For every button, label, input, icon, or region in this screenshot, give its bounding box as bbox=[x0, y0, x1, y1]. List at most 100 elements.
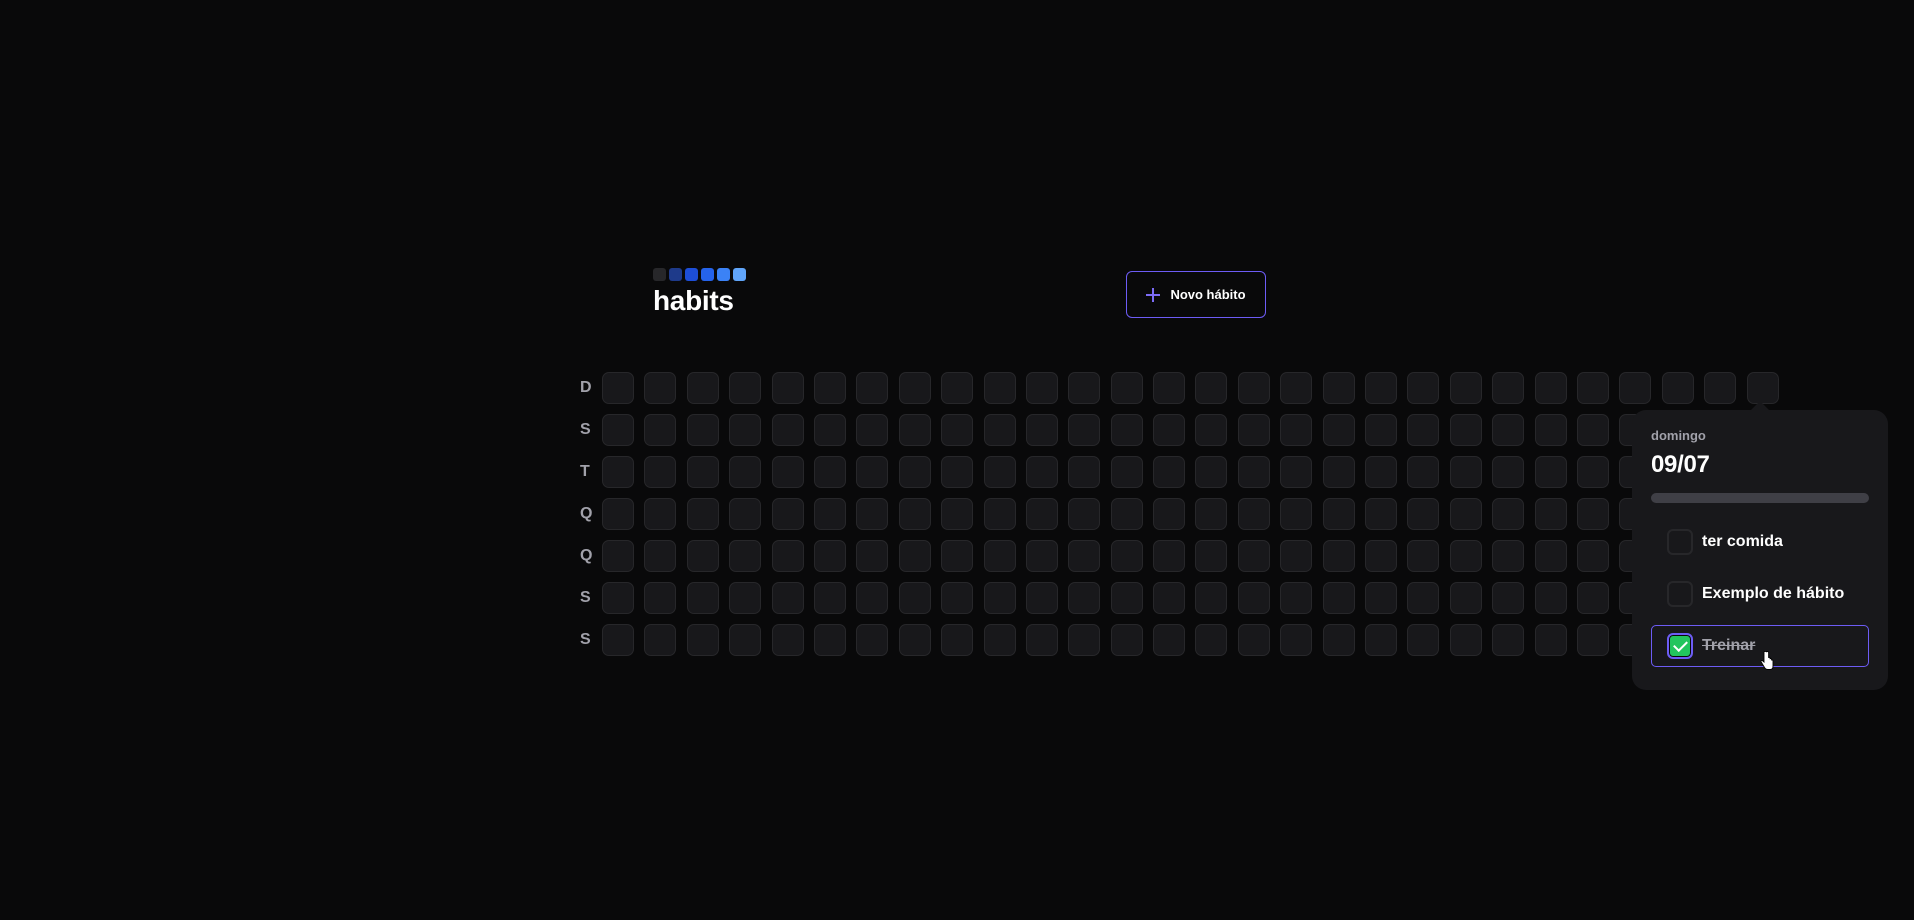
habit-day-cell[interactable] bbox=[602, 540, 634, 572]
habit-checkbox[interactable] bbox=[1667, 633, 1693, 659]
habit-day-cell[interactable] bbox=[813, 414, 846, 446]
habit-day-cell[interactable] bbox=[771, 498, 804, 530]
habit-day-cell[interactable] bbox=[983, 498, 1016, 530]
habit-day-cell[interactable] bbox=[1449, 582, 1482, 614]
habit-day-cell[interactable] bbox=[1407, 456, 1440, 488]
habit-day-cell[interactable] bbox=[898, 498, 931, 530]
habit-day-cell[interactable] bbox=[1195, 582, 1228, 614]
habit-day-cell[interactable] bbox=[1280, 498, 1313, 530]
habit-day-cell[interactable] bbox=[1195, 540, 1228, 572]
habit-day-cell[interactable] bbox=[729, 624, 762, 656]
habit-day-cell[interactable] bbox=[1110, 582, 1143, 614]
habit-day-cell[interactable] bbox=[602, 414, 634, 446]
habit-day-cell[interactable] bbox=[898, 624, 931, 656]
habit-day-cell[interactable] bbox=[1449, 414, 1482, 446]
habit-day-cell[interactable] bbox=[1322, 498, 1355, 530]
habit-day-cell[interactable] bbox=[1280, 372, 1313, 404]
habit-day-cell[interactable] bbox=[1576, 540, 1609, 572]
habit-day-cell[interactable] bbox=[1237, 498, 1270, 530]
habit-day-cell[interactable] bbox=[1661, 372, 1694, 404]
habit-day-cell[interactable] bbox=[813, 624, 846, 656]
habit-day-cell[interactable] bbox=[813, 498, 846, 530]
habit-day-cell[interactable] bbox=[644, 540, 677, 572]
habit-day-cell[interactable] bbox=[1237, 414, 1270, 446]
habit-day-cell[interactable] bbox=[941, 372, 974, 404]
habit-day-cell[interactable] bbox=[686, 624, 719, 656]
habit-day-cell[interactable] bbox=[1110, 456, 1143, 488]
habit-day-cell[interactable] bbox=[602, 582, 634, 614]
habit-day-cell[interactable] bbox=[1068, 498, 1101, 530]
habit-day-cell[interactable] bbox=[729, 582, 762, 614]
habit-day-cell[interactable] bbox=[1492, 582, 1525, 614]
habit-day-cell[interactable] bbox=[856, 498, 889, 530]
habit-day-cell[interactable] bbox=[1025, 414, 1058, 446]
habit-day-cell[interactable] bbox=[1746, 372, 1779, 404]
habit-day-cell[interactable] bbox=[771, 624, 804, 656]
habit-day-cell[interactable] bbox=[1407, 414, 1440, 446]
habit-day-cell[interactable] bbox=[1237, 372, 1270, 404]
habit-day-cell[interactable] bbox=[729, 498, 762, 530]
habit-day-cell[interactable] bbox=[941, 540, 974, 572]
habit-day-cell[interactable] bbox=[1449, 456, 1482, 488]
habit-day-cell[interactable] bbox=[644, 498, 677, 530]
habit-day-cell[interactable] bbox=[813, 456, 846, 488]
habit-day-cell[interactable] bbox=[1153, 540, 1186, 572]
habit-day-cell[interactable] bbox=[1110, 498, 1143, 530]
habit-day-cell[interactable] bbox=[941, 624, 974, 656]
habit-day-cell[interactable] bbox=[729, 540, 762, 572]
habit-day-cell[interactable] bbox=[1237, 540, 1270, 572]
habit-day-cell[interactable] bbox=[898, 372, 931, 404]
habit-day-cell[interactable] bbox=[983, 372, 1016, 404]
habit-day-cell[interactable] bbox=[983, 456, 1016, 488]
habit-day-cell[interactable] bbox=[856, 414, 889, 446]
habit-day-cell[interactable] bbox=[771, 372, 804, 404]
habit-day-cell[interactable] bbox=[1153, 414, 1186, 446]
habit-day-cell[interactable] bbox=[1534, 582, 1567, 614]
habit-day-cell[interactable] bbox=[1492, 498, 1525, 530]
habit-day-cell[interactable] bbox=[1492, 372, 1525, 404]
habit-day-cell[interactable] bbox=[1025, 372, 1058, 404]
habit-day-cell[interactable] bbox=[686, 414, 719, 446]
habit-day-cell[interactable] bbox=[1322, 456, 1355, 488]
new-habit-button[interactable]: Novo hábito bbox=[1126, 271, 1266, 318]
habit-day-cell[interactable] bbox=[729, 372, 762, 404]
habit-checkbox[interactable] bbox=[1667, 529, 1693, 555]
habit-day-cell[interactable] bbox=[1704, 372, 1737, 404]
habit-day-cell[interactable] bbox=[1492, 456, 1525, 488]
habit-day-cell[interactable] bbox=[1153, 372, 1186, 404]
habit-day-cell[interactable] bbox=[644, 582, 677, 614]
habit-day-cell[interactable] bbox=[1110, 624, 1143, 656]
habit-day-cell[interactable] bbox=[602, 624, 634, 656]
habit-day-cell[interactable] bbox=[898, 414, 931, 446]
habit-day-cell[interactable] bbox=[1025, 456, 1058, 488]
habit-day-cell[interactable] bbox=[898, 582, 931, 614]
habit-day-cell[interactable] bbox=[1534, 624, 1567, 656]
habit-day-cell[interactable] bbox=[1280, 624, 1313, 656]
habit-day-cell[interactable] bbox=[1110, 372, 1143, 404]
habit-day-cell[interactable] bbox=[1365, 624, 1398, 656]
habit-day-cell[interactable] bbox=[856, 540, 889, 572]
habit-day-cell[interactable] bbox=[1195, 414, 1228, 446]
habit-day-cell[interactable] bbox=[729, 414, 762, 446]
habit-day-cell[interactable] bbox=[941, 414, 974, 446]
habit-checkbox[interactable] bbox=[1667, 581, 1693, 607]
habit-day-cell[interactable] bbox=[898, 540, 931, 572]
habit-day-cell[interactable] bbox=[1492, 414, 1525, 446]
habit-day-cell[interactable] bbox=[1534, 456, 1567, 488]
habit-day-cell[interactable] bbox=[898, 456, 931, 488]
habit-day-cell[interactable] bbox=[1576, 372, 1609, 404]
habit-day-cell[interactable] bbox=[771, 456, 804, 488]
habit-day-cell[interactable] bbox=[1237, 456, 1270, 488]
habit-day-cell[interactable] bbox=[644, 372, 677, 404]
habit-day-cell[interactable] bbox=[1534, 540, 1567, 572]
habit-day-cell[interactable] bbox=[1068, 582, 1101, 614]
habit-day-cell[interactable] bbox=[771, 414, 804, 446]
habit-day-cell[interactable] bbox=[813, 540, 846, 572]
habit-day-cell[interactable] bbox=[1365, 540, 1398, 572]
habit-day-cell[interactable] bbox=[1407, 372, 1440, 404]
habit-day-cell[interactable] bbox=[1280, 540, 1313, 572]
habit-day-cell[interactable] bbox=[1365, 582, 1398, 614]
habit-day-cell[interactable] bbox=[729, 456, 762, 488]
habit-day-cell[interactable] bbox=[856, 624, 889, 656]
habit-day-cell[interactable] bbox=[1576, 456, 1609, 488]
